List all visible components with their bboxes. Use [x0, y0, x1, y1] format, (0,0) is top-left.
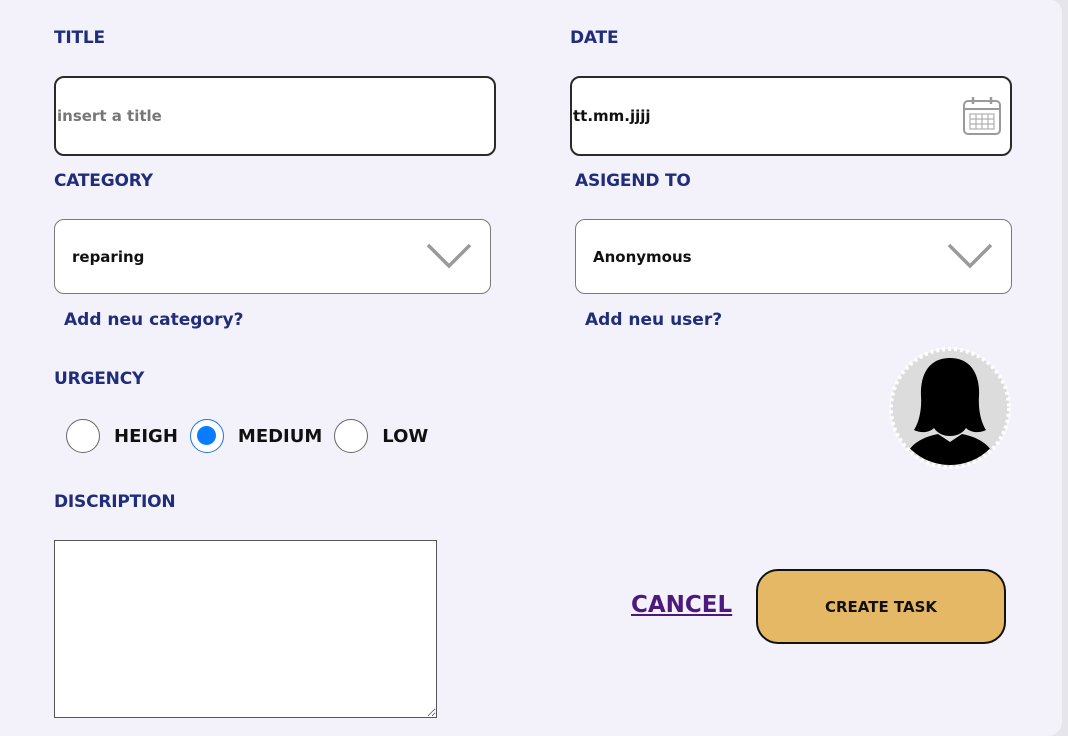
chevron-down-icon — [426, 243, 472, 269]
description-textarea[interactable] — [54, 540, 437, 718]
urgency-option-label: MEDIUM — [237, 425, 323, 447]
urgency-radio-heigh[interactable] — [66, 419, 100, 453]
urgency-radio-group: HEIGH MEDIUM LOW — [66, 417, 440, 455]
date-input[interactable] — [572, 78, 1010, 154]
cancel-button[interactable]: CANCEL — [631, 592, 732, 618]
urgency-option-label: HEIGH — [114, 425, 178, 447]
category-label: CATEGORY — [54, 171, 153, 191]
title-field-wrapper — [54, 76, 496, 156]
description-label: DISCRIPTION — [54, 492, 176, 512]
assigned-to-label: ASIGEND TO — [575, 171, 691, 191]
add-category-link[interactable]: Add neu category? — [64, 310, 243, 330]
create-task-button[interactable]: CREATE TASK — [756, 569, 1006, 644]
urgency-radio-low[interactable] — [334, 419, 369, 453]
add-task-form: TITLE DATE CATEGORY reparing Ad — [0, 0, 1062, 736]
add-user-link[interactable]: Add neu user? — [585, 310, 722, 330]
calendar-icon[interactable] — [962, 96, 1002, 136]
urgency-option-label: LOW — [382, 425, 429, 447]
user-silhouette-icon[interactable] — [888, 346, 1012, 470]
title-input[interactable] — [56, 78, 494, 154]
urgency-label: URGENCY — [54, 369, 145, 389]
title-label: TITLE — [54, 28, 105, 48]
assigned-selected-value: Anonymous — [593, 247, 692, 266]
date-label: DATE — [570, 28, 619, 48]
chevron-down-icon — [947, 243, 993, 269]
date-field-wrapper — [570, 76, 1012, 156]
urgency-radio-medium[interactable] — [189, 419, 224, 453]
assigned-to-select[interactable]: Anonymous — [575, 219, 1012, 294]
category-selected-value: reparing — [72, 247, 145, 266]
category-select[interactable]: reparing — [54, 219, 491, 294]
